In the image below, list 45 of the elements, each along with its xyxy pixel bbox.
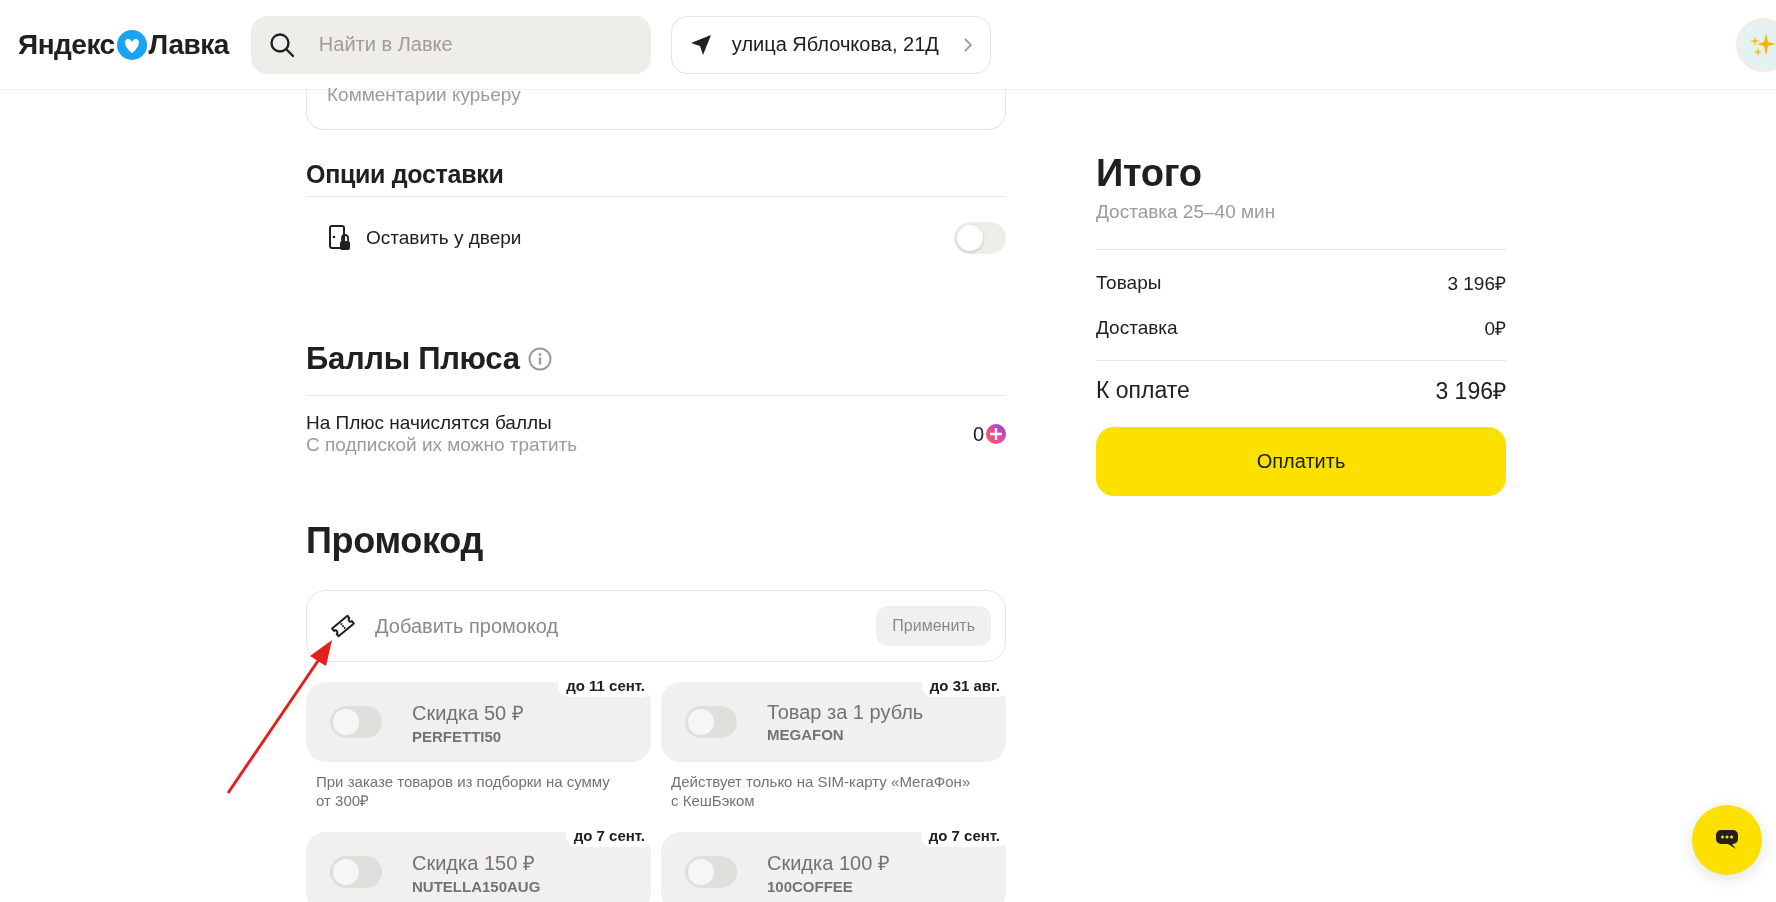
plus-text: На Плюс начислятся баллы (306, 412, 553, 434)
chat-icon (1715, 829, 1739, 851)
promo-description: Действует только на SIM-карту «МегаФон» с КешБэком (670, 772, 972, 810)
section-heading: Баллы Плюса (306, 341, 520, 377)
section-heading: Промокод (306, 520, 485, 563)
summary-label: Товары (1096, 271, 1162, 294)
search-field[interactable]: Найти в Лавке (250, 15, 651, 74)
navigation-arrow-icon (689, 33, 712, 56)
summary-value: 0₽ (1484, 316, 1506, 341)
promo-code: MEGAFON (767, 726, 845, 743)
total-value: 3 196₽ (1435, 377, 1506, 406)
ticket-icon (329, 612, 357, 640)
points-value: 0 (972, 422, 984, 446)
plus-hint: С подпиской их можно тратить (306, 434, 579, 456)
logo-text: Лавка (148, 28, 229, 61)
promo-title: Скидка 50 ₽ (412, 701, 524, 726)
logo-text: Яндекс (18, 28, 115, 61)
promo-code: 100COFFEE (767, 878, 854, 895)
toggle-switch[interactable] (954, 222, 1006, 254)
toggle-switch[interactable] (685, 856, 737, 888)
plus-points-icon (986, 424, 1006, 444)
info-icon[interactable] (527, 347, 552, 371)
pay-button[interactable]: Оплатить (1096, 427, 1506, 496)
total-label: К оплате (1096, 376, 1190, 404)
search-input[interactable]: Найти в Лавке (316, 32, 633, 57)
search-icon (268, 31, 295, 58)
chevron-right-icon (963, 37, 972, 52)
promo-title: Товар за 1 рубль (767, 701, 924, 724)
summary-heading: Итого (1096, 152, 1203, 195)
door-lock-icon (328, 224, 352, 252)
promo-code: NUTELLA150AUG (412, 878, 541, 895)
toggle-switch[interactable] (685, 706, 737, 738)
toggle-switch[interactable] (330, 856, 382, 888)
promo-description: При заказе товаров из подборки на сумму от 300₽ (315, 772, 611, 810)
promo-title: Скидка 150 ₽ (412, 851, 536, 876)
promo-title: Скидка 100 ₽ (767, 851, 890, 876)
sparkles-avatar[interactable] (1736, 17, 1776, 72)
section-heading: Опции доставки (306, 160, 505, 190)
option-label: Оставить у двери (366, 227, 523, 249)
summary-value: 3 196₽ (1447, 271, 1506, 296)
address-button[interactable]: улица Яблочкова, 21Д (670, 15, 991, 74)
toggle-switch[interactable] (330, 706, 382, 738)
summary-label: Доставка (1096, 316, 1178, 339)
promo-code: PERFETTI50 (412, 728, 503, 745)
delivery-time: Доставка 25–40 мин (1096, 201, 1277, 223)
